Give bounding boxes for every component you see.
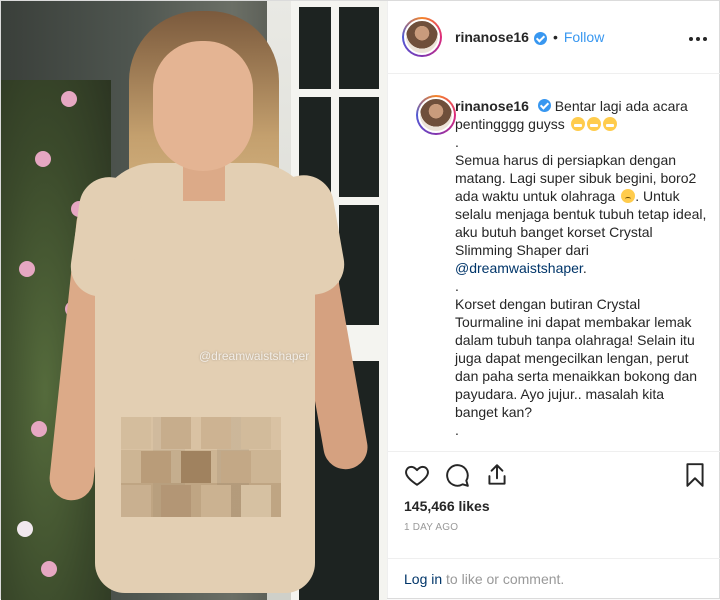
photo-censor-mosaic <box>121 417 281 517</box>
post-side-panel: rinanose16 • Follow rinanose16 Bentar la… <box>387 1 720 598</box>
caption-dot: . <box>455 278 459 294</box>
verified-badge-icon <box>533 31 547 45</box>
grimacing-emoji-icon <box>570 117 585 131</box>
login-prompt-text: to like or comment. <box>446 571 565 587</box>
bookmark-icon[interactable] <box>682 462 708 488</box>
caption-section: rinanose16 Bentar lagi ada acara penting… <box>388 75 720 451</box>
sad-emoji-icon <box>621 189 636 203</box>
photo-flower <box>31 421 47 437</box>
caption-para1c: . <box>582 260 587 276</box>
caption-mention-link[interactable]: @dreamwaistshaper <box>455 260 583 276</box>
photo-flower <box>41 561 57 577</box>
photo-flower <box>35 151 51 167</box>
caption-dot: . <box>455 422 459 438</box>
photo-window-pane <box>339 97 379 197</box>
share-icon[interactable] <box>484 462 510 488</box>
photo-flower <box>19 261 35 277</box>
caption-avatar[interactable] <box>416 95 456 135</box>
avatar[interactable] <box>402 17 442 57</box>
grimacing-emoji-icon <box>602 117 617 131</box>
avatar-image <box>418 97 454 133</box>
comment-icon[interactable] <box>444 462 470 488</box>
instagram-post: @dreamwaistshaper rinanose16 • Follow ri… <box>0 0 720 600</box>
header-username[interactable]: rinanose16 <box>455 29 529 45</box>
post-header: rinanose16 • Follow <box>388 1 720 74</box>
photo-face <box>153 41 253 171</box>
login-link[interactable]: Log in <box>404 571 442 587</box>
post-timestamp[interactable]: 1 DAY AGO <box>404 522 458 533</box>
avatar-image <box>404 19 440 55</box>
photo-flower <box>61 91 77 107</box>
verified-badge-icon <box>537 99 551 112</box>
more-options-icon[interactable] <box>688 27 708 45</box>
caption-dot: . <box>455 134 459 150</box>
login-prompt: Log in to like or comment. <box>388 558 720 599</box>
follow-button[interactable]: Follow <box>564 29 604 45</box>
caption-username[interactable]: rinanose16 <box>455 98 529 114</box>
grimacing-emoji-icon <box>586 117 601 131</box>
photo-window-pane <box>339 7 379 89</box>
photo-window-pane <box>339 205 379 325</box>
header-separator: • <box>552 29 558 45</box>
photo-watermark: @dreamwaistshaper <box>199 349 310 363</box>
caption-text: rinanose16 Bentar lagi ada acara penting… <box>455 97 707 439</box>
photo-window-pane <box>299 7 331 89</box>
heart-icon[interactable] <box>404 462 430 488</box>
caption-para2: Korset dengan butiran Crystal Tourmaline… <box>455 296 698 420</box>
actions-section: 145,466 likes 1 DAY AGO Log in to like o… <box>388 451 720 598</box>
photo-flower <box>17 521 33 537</box>
post-photo[interactable]: @dreamwaistshaper <box>1 1 387 600</box>
likes-count[interactable]: 145,466 likes <box>404 498 490 514</box>
